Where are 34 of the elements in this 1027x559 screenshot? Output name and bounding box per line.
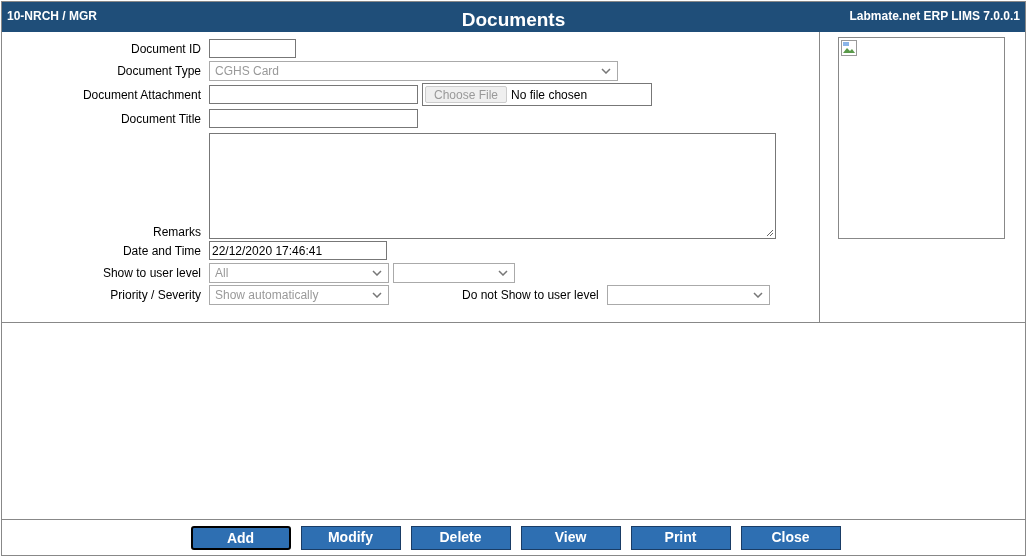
field-label: Document Attachment xyxy=(82,87,201,102)
chevron-down-icon xyxy=(372,292,382,298)
user-context: 10-NRCH / MGR xyxy=(7,8,97,25)
remarks-textarea[interactable] xyxy=(209,133,776,239)
file-status: No file chosen xyxy=(511,86,588,104)
field-label: Priority / Severity xyxy=(110,288,201,302)
field-label: Show to user level xyxy=(102,266,201,280)
field-label: Document ID xyxy=(130,41,201,56)
field-label: Document Type xyxy=(117,64,201,78)
field-label: Document Title xyxy=(120,111,201,126)
chevron-down-icon xyxy=(372,270,382,276)
text-field[interactable] xyxy=(209,39,296,58)
field-label: Date and Time xyxy=(122,243,201,258)
chevron-down-icon xyxy=(498,270,508,276)
page-title: Documents xyxy=(461,8,566,32)
field-label: Do not Show to user level xyxy=(462,287,599,304)
action-button[interactable]: Add xyxy=(190,525,291,550)
action-button[interactable]: Close xyxy=(740,525,841,550)
text-field[interactable] xyxy=(209,85,418,104)
field-label: Remarks xyxy=(153,225,201,239)
resize-grip-icon xyxy=(766,229,774,237)
file-picker[interactable]: Choose File No file chosen xyxy=(422,83,652,106)
app-version: Labmate.net ERP LIMS 7.0.0.1 xyxy=(849,8,1020,25)
chevron-down-icon xyxy=(601,68,611,74)
dropdown[interactable] xyxy=(393,263,515,283)
action-button[interactable]: View xyxy=(520,525,621,550)
action-button[interactable]: Modify xyxy=(300,525,401,550)
action-button[interactable]: Delete xyxy=(410,525,511,550)
action-button[interactable]: Print xyxy=(630,525,731,550)
text-field[interactable]: 22/12/2020 17:46:41 xyxy=(209,241,387,260)
dropdown[interactable] xyxy=(606,285,770,305)
broken-image-icon xyxy=(841,40,857,56)
text-field[interactable] xyxy=(209,109,418,128)
chevron-down-icon xyxy=(752,292,763,298)
